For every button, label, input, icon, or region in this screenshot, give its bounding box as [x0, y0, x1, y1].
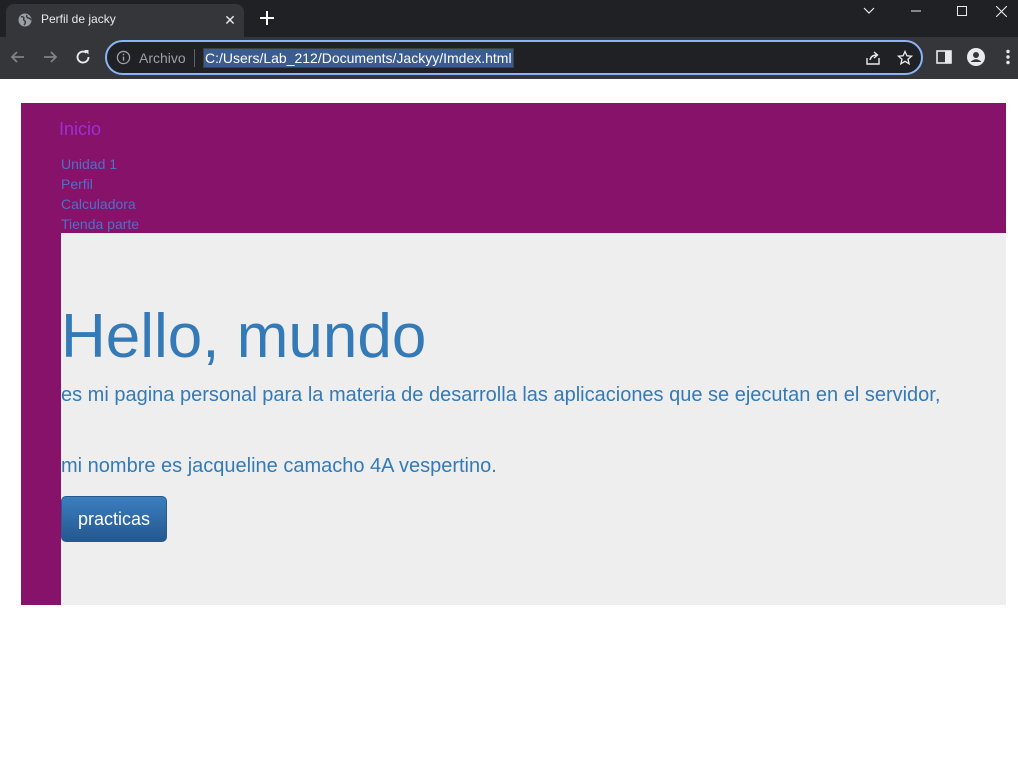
hero-author: mi nombre es jacqueline camacho 4A vespe…	[61, 455, 497, 477]
tab-title: Perfil de jacky	[41, 12, 116, 26]
navbar-frame: Inicio Unidad 1 Perfil Calculadora Tiend…	[21, 103, 1006, 605]
profile-icon[interactable]	[966, 47, 986, 67]
nav-item-unidad-1[interactable]: Unidad 1	[61, 154, 139, 174]
nav-item-perfil[interactable]: Perfil	[61, 174, 139, 194]
share-icon[interactable]	[865, 50, 881, 66]
brand-link[interactable]: Inicio	[59, 119, 139, 140]
web-page: Inicio Unidad 1 Perfil Calculadora Tiend…	[0, 79, 1018, 780]
url-selection: C:/Users/Lab_212/Documents/Jackyy/Imdex.…	[204, 49, 513, 67]
back-arrow-icon[interactable]	[8, 47, 28, 67]
address-bar[interactable]: Archivo C:/Users/Lab_212/Documents/Jacky…	[105, 40, 923, 75]
globe-icon	[18, 13, 32, 27]
scheme-label: Archivo	[139, 50, 186, 66]
browser-tab[interactable]: Perfil de jacky ✕	[6, 4, 244, 37]
omnibox-divider	[194, 49, 195, 67]
nav-item-tienda-parte[interactable]: Tienda parte	[61, 214, 139, 234]
star-icon[interactable]	[897, 50, 913, 66]
browser-titlebar: Perfil de jacky ✕	[0, 0, 1018, 37]
close-icon[interactable]	[985, 0, 1018, 22]
menu-icon[interactable]	[998, 47, 1018, 67]
site-navigation: Inicio Unidad 1 Perfil Calculadora Tiend…	[59, 119, 139, 234]
side-panel-icon[interactable]	[934, 47, 954, 67]
info-icon[interactable]	[116, 50, 131, 65]
chevron-down-icon[interactable]	[846, 0, 892, 22]
forward-arrow-icon[interactable]	[40, 47, 60, 67]
plus-icon[interactable]	[257, 8, 277, 28]
hero-title: Hello, mundo	[61, 302, 427, 371]
browser-toolbar: Archivo C:/Users/Lab_212/Documents/Jacky…	[0, 37, 1018, 79]
url-text[interactable]: C:/Users/Lab_212/Documents/Jackyy/Imdex.…	[203, 48, 514, 68]
practicas-button[interactable]: practicas	[61, 496, 167, 542]
nav-item-calculadora[interactable]: Calculadora	[61, 194, 139, 214]
reload-icon[interactable]	[73, 47, 93, 67]
maximize-icon[interactable]	[939, 0, 985, 22]
jumbotron: Hello, mundo es mi pagina personal para …	[61, 233, 1006, 605]
hero-description: es mi pagina personal para la materia de…	[61, 384, 941, 406]
tab-close-icon[interactable]: ✕	[222, 12, 238, 28]
nav-list: Unidad 1 Perfil Calculadora Tienda parte	[59, 154, 139, 234]
minimize-icon[interactable]	[893, 0, 939, 22]
